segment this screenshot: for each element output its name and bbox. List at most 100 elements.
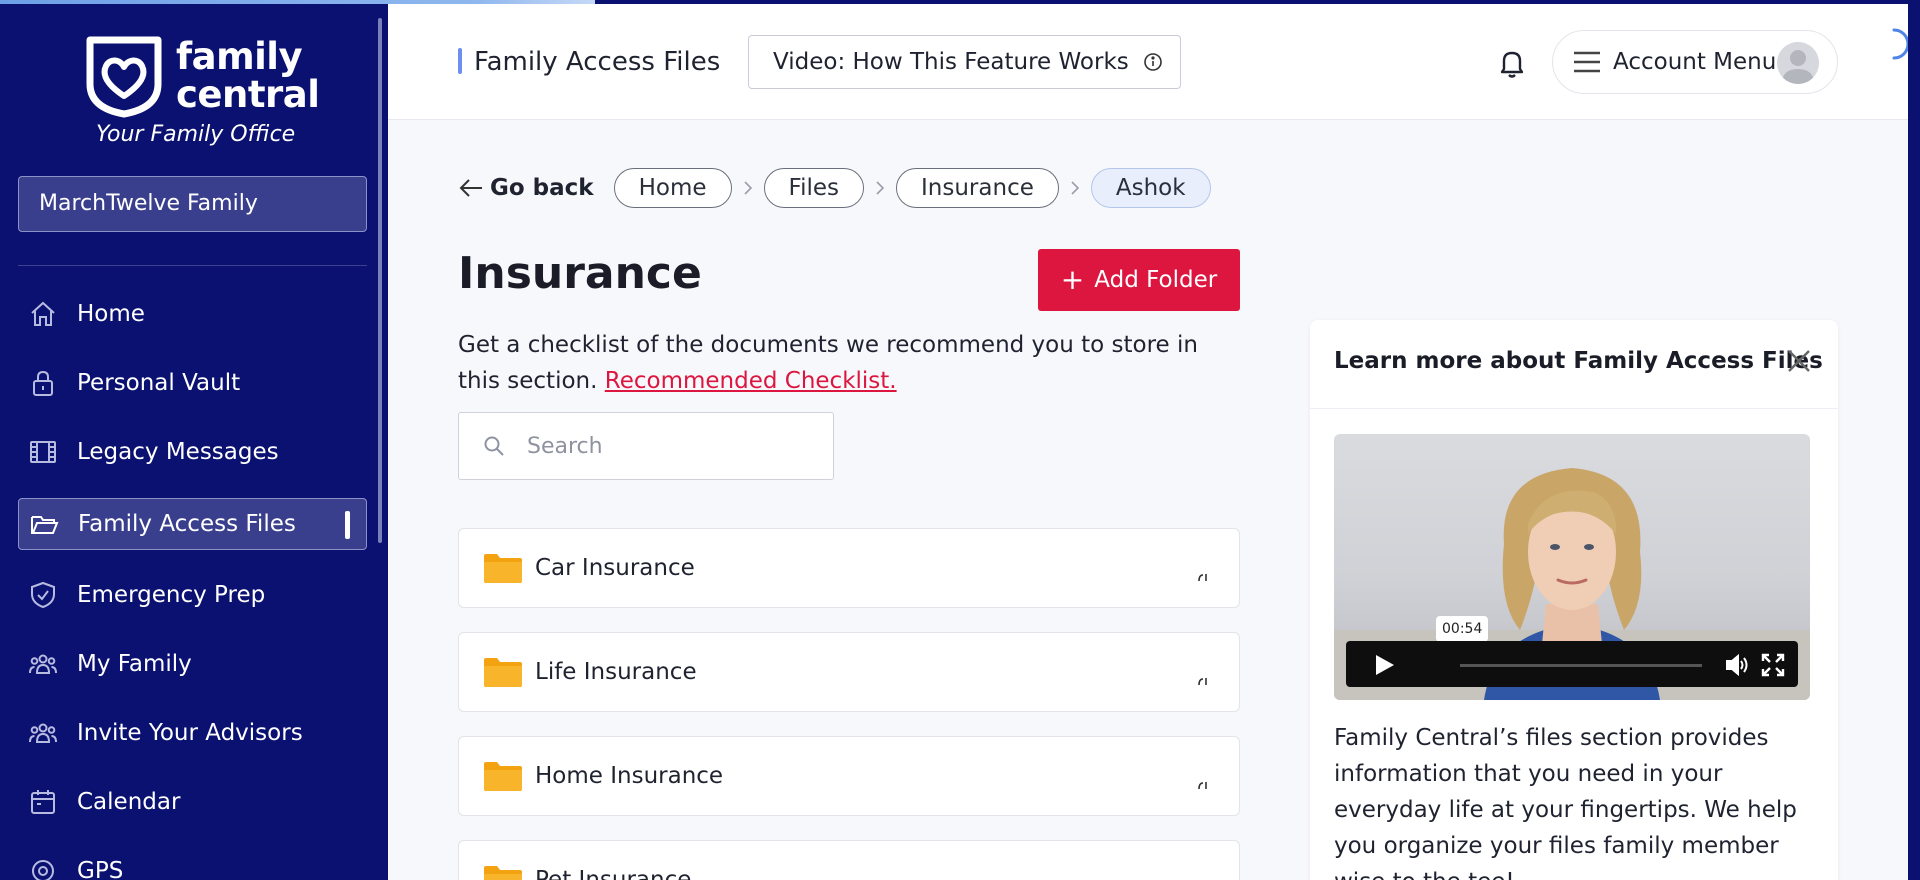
folder-icon xyxy=(484,658,522,687)
heart-shield-logo-icon xyxy=(86,36,162,118)
more-options-icon[interactable] xyxy=(1197,777,1211,791)
search-icon xyxy=(484,436,504,456)
sidebar-item-label: Invite Your Advisors xyxy=(77,720,303,746)
close-icon[interactable] xyxy=(1784,346,1814,376)
play-icon[interactable] xyxy=(1374,653,1396,677)
shield-check-icon xyxy=(27,579,59,611)
sidebar-item-legacy-messages[interactable]: Legacy Messages xyxy=(18,426,367,478)
brand-wordmark: family central xyxy=(176,35,320,116)
sidebar-item-family-access-files[interactable]: Family Access Files xyxy=(18,498,367,550)
sidebar-item-label: Emergency Prep xyxy=(77,582,266,608)
folder-row-pet-insurance[interactable]: Pet Insurance xyxy=(458,840,1240,880)
folder-icon xyxy=(484,762,522,791)
page-title: Family Access Files xyxy=(458,44,720,80)
account-menu-button[interactable]: Account Menu xyxy=(1552,30,1838,94)
family-selector[interactable]: MarchTwelve Family xyxy=(18,176,367,232)
brand-word-central: central xyxy=(176,73,320,116)
folder-row-home-insurance[interactable]: Home Insurance xyxy=(458,736,1240,816)
folder-name: Home Insurance xyxy=(535,763,724,789)
panel-divider xyxy=(1310,408,1838,409)
user-avatar-icon xyxy=(1777,42,1819,84)
sidebar-item-label: Personal Vault xyxy=(77,370,241,396)
loading-progress-bar xyxy=(0,0,1920,4)
bell-icon[interactable] xyxy=(1495,46,1529,80)
chevron-right-icon xyxy=(864,181,896,195)
folder-name: Pet Insurance xyxy=(535,867,692,880)
sidebar-item-my-family[interactable]: My Family xyxy=(18,638,367,690)
add-folder-button[interactable]: + Add Folder xyxy=(1038,249,1240,311)
folder-row-car-insurance[interactable]: Car Insurance xyxy=(458,528,1240,608)
film-icon xyxy=(27,436,59,468)
calendar-icon xyxy=(27,786,59,818)
sidebar-item-personal-vault[interactable]: Personal Vault xyxy=(18,357,367,409)
chevron-right-icon xyxy=(1059,181,1091,195)
breadcrumb: Go back Home Files Insurance Ashok xyxy=(458,168,1211,208)
active-indicator xyxy=(345,511,350,539)
panel-body-text: Family Central’s files section provides … xyxy=(1334,725,1797,880)
arrow-left-icon xyxy=(459,179,482,197)
go-back-label: Go back xyxy=(490,175,594,201)
video-time-tooltip: 00:54 xyxy=(1436,616,1489,642)
sidebar-item-label: Legacy Messages xyxy=(77,439,279,465)
sidebar-item-gps[interactable]: GPS xyxy=(18,845,367,880)
add-folder-label: Add Folder xyxy=(1094,267,1218,293)
search-box xyxy=(458,412,834,480)
sidebar-item-label: Home xyxy=(77,301,145,327)
folder-open-icon xyxy=(28,508,60,540)
people-icon xyxy=(27,717,59,749)
info-icon xyxy=(1143,53,1162,71)
sidebar-divider xyxy=(18,265,367,266)
section-description: Get a checklist of the documents we reco… xyxy=(458,327,1218,399)
fullscreen-icon[interactable] xyxy=(1760,652,1786,678)
search-input[interactable] xyxy=(527,433,787,459)
breadcrumb-home[interactable]: Home xyxy=(613,168,732,208)
video-progress-track[interactable] xyxy=(1460,664,1702,667)
panel-title: Learn more about Family Access Files xyxy=(1334,348,1823,374)
loading-spinner-icon xyxy=(1892,28,1910,60)
breadcrumb-files[interactable]: Files xyxy=(763,168,865,208)
folder-icon xyxy=(484,866,522,880)
sidebar-item-invite-advisors[interactable]: Invite Your Advisors xyxy=(18,707,367,759)
more-options-icon[interactable] xyxy=(1197,569,1211,583)
chevron-right-icon xyxy=(732,181,764,195)
video-how-it-works-button[interactable]: Video: How This Feature Works xyxy=(748,35,1181,89)
sidebar-item-label: GPS xyxy=(77,858,124,880)
breadcrumb-insurance[interactable]: Insurance xyxy=(896,168,1059,208)
video-button-label: Video: How This Feature Works xyxy=(773,49,1129,75)
feature-video-player[interactable]: 00:54 xyxy=(1334,434,1810,700)
go-back-link[interactable]: Go back xyxy=(458,175,594,201)
brand-logo[interactable]: family central Your Family Office xyxy=(84,34,324,154)
account-menu-label: Account Menu xyxy=(1613,49,1777,75)
sidebar-item-emergency-prep[interactable]: Emergency Prep xyxy=(18,569,367,621)
sidebar-item-label: My Family xyxy=(77,651,192,677)
people-icon xyxy=(27,648,59,680)
video-controls xyxy=(1346,641,1798,687)
location-icon xyxy=(27,855,59,880)
sidebar-scrollbar[interactable] xyxy=(378,18,382,543)
page-scrollbar[interactable] xyxy=(1908,4,1920,880)
folder-name: Car Insurance xyxy=(535,555,695,581)
breadcrumb-ashok[interactable]: Ashok xyxy=(1090,168,1211,208)
lock-icon xyxy=(27,367,59,399)
folder-row-life-insurance[interactable]: Life Insurance xyxy=(458,632,1240,712)
recommended-checklist-link[interactable]: Recommended Checklist. xyxy=(605,368,897,394)
folder-icon xyxy=(484,554,522,583)
plus-icon: + xyxy=(1060,263,1085,296)
more-options-icon[interactable] xyxy=(1197,673,1211,687)
brand-word-family: family xyxy=(176,35,303,78)
learn-more-panel: Learn more about Family Access Files 00:… xyxy=(1310,320,1838,880)
loading-progress-fill xyxy=(0,0,595,4)
avatar xyxy=(1777,42,1819,84)
section-heading: Insurance xyxy=(458,248,702,299)
sidebar-item-home[interactable]: Home xyxy=(18,288,367,340)
brand-tagline: Your Family Office xyxy=(96,122,296,147)
sidebar-item-calendar[interactable]: Calendar xyxy=(18,776,367,828)
sidebar-item-label: Calendar xyxy=(77,789,181,815)
home-icon xyxy=(27,298,59,330)
sidebar-item-label: Family Access Files xyxy=(78,511,296,537)
main-area: Family Access Files Video: How This Feat… xyxy=(388,4,1920,880)
volume-icon[interactable] xyxy=(1724,652,1750,678)
sidebar: family central Your Family Office MarchT… xyxy=(0,0,388,880)
hamburger-menu-icon xyxy=(1574,51,1600,73)
folder-name: Life Insurance xyxy=(535,659,697,685)
